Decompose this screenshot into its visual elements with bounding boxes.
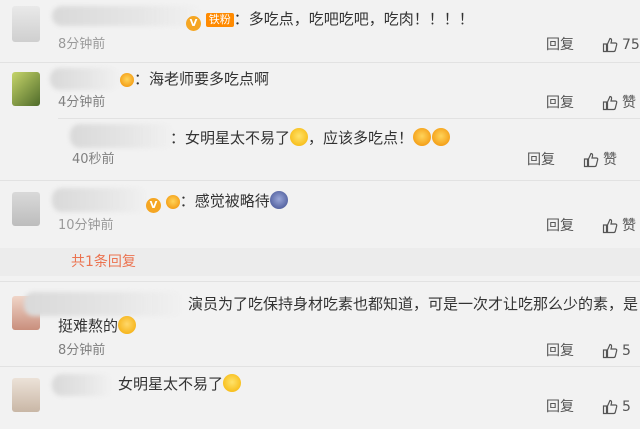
like-count: 5 xyxy=(622,343,631,359)
comment-text: 女明星太不易了 xyxy=(118,374,242,394)
like-label: 赞 xyxy=(603,152,617,168)
heart-eyes-emoji xyxy=(432,128,451,146)
heart-eyes-emoji xyxy=(165,195,180,209)
like-label: 赞 xyxy=(622,95,636,111)
divider xyxy=(0,180,640,181)
comment-actions: 回复 5 xyxy=(546,342,631,360)
verified-icon: V xyxy=(186,16,201,31)
thumbs-up-icon xyxy=(602,218,618,234)
like-label: 赞 xyxy=(622,218,636,234)
comment-actions: 回复 75 xyxy=(546,36,640,54)
divider xyxy=(0,366,640,367)
like-button[interactable]: 赞 xyxy=(602,217,636,235)
view-replies-link[interactable]: 共1条回复 xyxy=(71,253,136,271)
avatar[interactable] xyxy=(12,72,40,106)
timestamp: 10分钟前 xyxy=(58,218,114,233)
timestamp: 8分钟前 xyxy=(58,37,106,52)
comment-actions: 回复 赞 xyxy=(546,217,636,235)
avatar[interactable] xyxy=(12,6,40,42)
laugh-cry-emoji xyxy=(223,374,242,392)
comment-body: 女明星太不易了 xyxy=(118,375,224,393)
fan-badge: 铁粉 xyxy=(205,13,234,27)
comment-body: ：感觉被略待 xyxy=(179,192,270,210)
avatar[interactable] xyxy=(12,192,40,226)
comment-text: ：海老师要多吃点啊 xyxy=(120,69,269,89)
shocked-emoji xyxy=(269,191,288,209)
username-blurred[interactable] xyxy=(24,292,184,316)
sweat-smile-emoji xyxy=(118,316,137,334)
reply-button[interactable]: 回复 xyxy=(546,342,574,360)
heart-eyes-emoji xyxy=(413,128,432,146)
reply-button[interactable]: 回复 xyxy=(546,398,574,416)
thumbs-up-icon xyxy=(583,152,599,168)
reply-button[interactable]: 回复 xyxy=(546,94,574,112)
username-blurred[interactable] xyxy=(50,68,120,90)
thumbs-up-icon xyxy=(602,343,618,359)
divider xyxy=(0,62,640,63)
username-blurred[interactable] xyxy=(52,374,112,396)
timestamp: 40秒前 xyxy=(72,152,115,167)
thumbs-up-icon xyxy=(602,399,618,415)
divider xyxy=(0,281,640,282)
comment-text-line1: 演员为了吃保持身材吃素也都知道，可是一次才让吃那么少的素，是 xyxy=(188,295,639,313)
username-blurred[interactable] xyxy=(52,6,202,26)
username-blurred[interactable] xyxy=(52,188,148,212)
heart-eyes-emoji xyxy=(120,73,134,87)
reply-button[interactable]: 回复 xyxy=(546,217,574,235)
reply-button[interactable]: 回复 xyxy=(527,151,555,169)
like-button[interactable]: 赞 xyxy=(602,94,636,112)
comment-body: 挺难熬的 xyxy=(58,317,119,335)
comment-text: V 铁粉 ：多吃点，吃吧吃吧，吃肉！！！！ xyxy=(186,9,474,31)
reply-button[interactable]: 回复 xyxy=(546,36,574,54)
timestamp: 8分钟前 xyxy=(58,343,106,358)
comment-body: ：多吃点，吃吧吃吧，吃肉！！！！ xyxy=(233,10,474,28)
like-button[interactable]: 赞 xyxy=(583,151,617,169)
comment-actions: 回复 赞 xyxy=(546,94,636,112)
reply-body-b: ，应该多吃点！ xyxy=(308,129,414,147)
like-count: 75 xyxy=(622,37,640,53)
comment-body: ：海老师要多吃点啊 xyxy=(134,70,270,88)
laugh-cry-emoji xyxy=(290,128,309,146)
comment-text: V ：感觉被略待 xyxy=(146,191,288,213)
comment-text-line2: 挺难熬的 xyxy=(58,316,137,336)
divider xyxy=(58,118,640,119)
thumbs-up-icon xyxy=(602,95,618,111)
avatar[interactable] xyxy=(12,378,40,412)
like-button[interactable]: 5 xyxy=(602,398,631,416)
thumbs-up-icon xyxy=(602,37,618,53)
timestamp: 4分钟前 xyxy=(58,95,106,110)
like-button[interactable]: 75 xyxy=(602,36,640,54)
like-count: 5 xyxy=(622,399,631,415)
reply-body-a: ：女明星太不易了 xyxy=(170,129,291,147)
like-button[interactable]: 5 xyxy=(602,342,631,360)
reply-text: ：女明星太不易了 ，应该多吃点！ xyxy=(170,128,451,148)
username-blurred[interactable] xyxy=(70,124,174,148)
comment-actions: 回复 5 xyxy=(546,398,631,416)
verified-icon: V xyxy=(146,198,161,213)
reply-actions: 回复 赞 xyxy=(527,151,617,169)
